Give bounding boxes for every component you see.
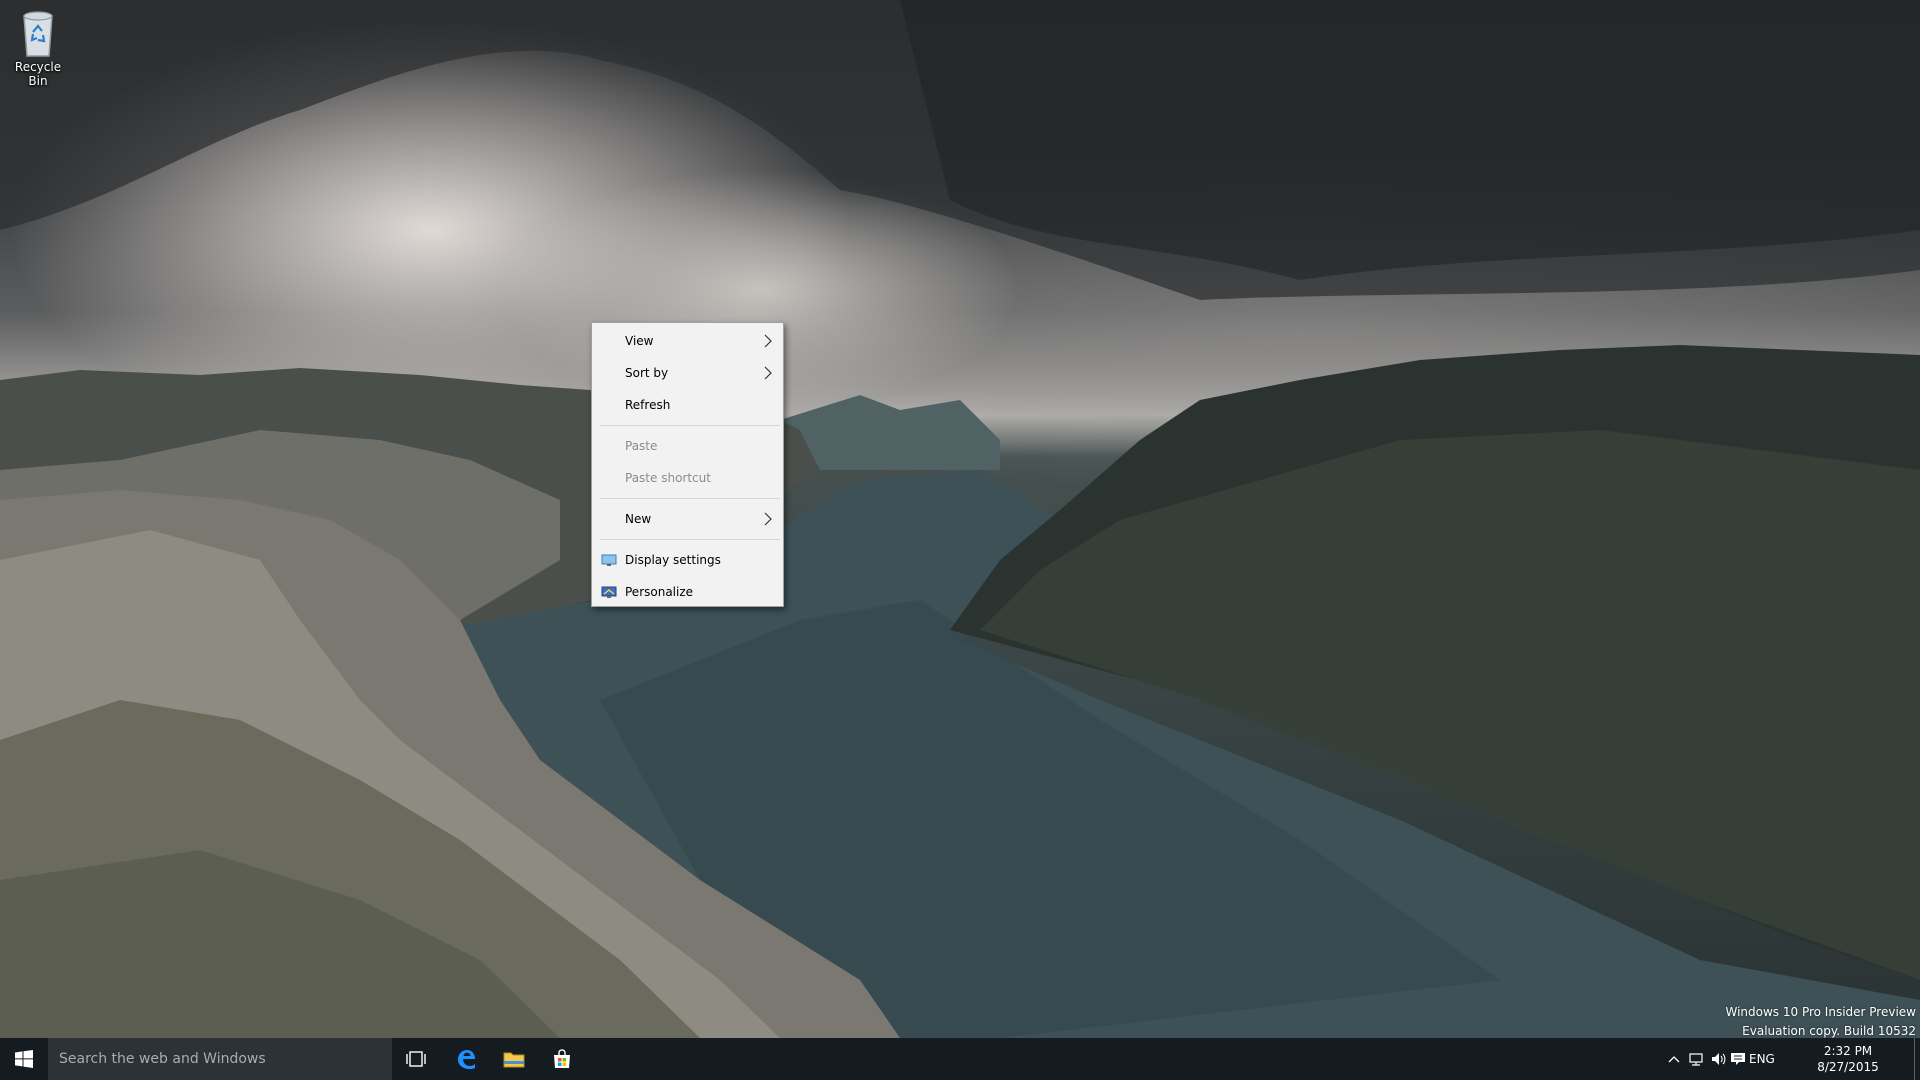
edge-button[interactable]	[442, 1038, 490, 1080]
menu-item-display-settings[interactable]: Display settings	[592, 544, 783, 576]
wallpaper-landscape	[0, 0, 1920, 1038]
desktop[interactable]: Recycle Bin View Sort by Refresh Paste P…	[0, 0, 1920, 1038]
menu-item-new[interactable]: New	[592, 503, 783, 535]
menu-item-label: View	[625, 334, 654, 348]
menu-item-personalize[interactable]: Personalize	[592, 576, 783, 608]
chevron-right-icon	[764, 512, 772, 526]
menu-separator	[600, 425, 780, 426]
menu-item-refresh[interactable]: Refresh	[592, 389, 783, 421]
desktop-icon-recycle-bin[interactable]: Recycle Bin	[6, 6, 70, 88]
input-language[interactable]: ENG	[1749, 1038, 1775, 1080]
recycle-bin-icon	[23, 11, 53, 57]
menu-item-label: Sort by	[625, 366, 669, 380]
menu-item-label: Paste	[625, 439, 658, 453]
menu-item-view[interactable]: View	[592, 325, 783, 357]
edge-icon	[458, 1050, 475, 1069]
menu-separator	[600, 498, 780, 499]
menu-item-label: Display settings	[625, 553, 721, 567]
menu-item-paste-shortcut[interactable]: Paste shortcut	[592, 462, 783, 494]
store-icon	[554, 1049, 570, 1068]
menu-item-paste[interactable]: Paste	[592, 430, 783, 462]
network-icon[interactable]	[1688, 1051, 1704, 1067]
watermark-edition: Windows 10 Pro Insider Preview	[1725, 1005, 1916, 1019]
chevron-right-icon	[764, 366, 772, 380]
menu-item-label: Paste shortcut	[625, 471, 711, 485]
menu-separator	[600, 539, 780, 540]
menu-item-label: Personalize	[625, 585, 694, 599]
chevron-right-icon	[764, 334, 772, 348]
start-button[interactable]	[0, 1038, 48, 1080]
personalize-icon	[601, 586, 617, 598]
action-center-icon[interactable]	[1730, 1051, 1746, 1067]
search-placeholder: Search the web and Windows	[59, 1051, 266, 1067]
show-desktop-button[interactable]	[1914, 1038, 1920, 1080]
menu-item-label: Refresh	[625, 398, 671, 412]
taskbar: Search the web and Windows ENG 2:32 PM 8…	[0, 1038, 1920, 1080]
task-view-icon	[406, 1051, 426, 1067]
folder-icon	[503, 1052, 525, 1068]
menu-item-label: New	[625, 512, 652, 526]
watermark-build: Evaluation copy. Build 10532	[1742, 1024, 1916, 1038]
clock-date: 8/27/2015	[1817, 1060, 1879, 1074]
task-view-button[interactable]	[392, 1038, 440, 1080]
volume-icon[interactable]	[1710, 1051, 1726, 1067]
display-settings-icon	[601, 554, 617, 566]
menu-item-sort-by[interactable]: Sort by	[592, 357, 783, 389]
store-button[interactable]	[538, 1038, 586, 1080]
file-explorer-button[interactable]	[490, 1038, 538, 1080]
search-input[interactable]: Search the web and Windows	[48, 1038, 392, 1080]
desktop-icon-label: Recycle Bin	[14, 60, 62, 88]
system-tray: ENG 2:32 PM 8/27/2015	[1660, 1038, 1920, 1080]
desktop-context-menu: View Sort by Refresh Paste Paste shortcu…	[591, 322, 784, 607]
clock[interactable]: 2:32 PM 8/27/2015	[1793, 1043, 1903, 1075]
chevron-up-icon[interactable]	[1666, 1051, 1682, 1067]
clock-time: 2:32 PM	[1823, 1044, 1873, 1058]
windows-logo-icon	[15, 1050, 33, 1068]
build-watermark: Windows 10 Pro Insider Preview Evaluatio…	[1725, 1003, 1916, 1038]
